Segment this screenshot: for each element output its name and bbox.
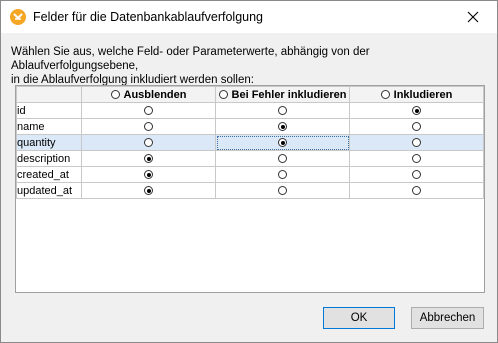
option-cell[interactable] bbox=[81, 118, 216, 135]
dialog-window: Felder für die Datenbankablaufverfolgung… bbox=[0, 0, 498, 343]
table-row[interactable]: description bbox=[16, 150, 484, 167]
field-name-cell: created_at bbox=[16, 166, 82, 183]
ok-button[interactable]: OK bbox=[323, 307, 395, 329]
fields-grid: Ausblenden Bei Fehler inkludieren Inklud… bbox=[15, 85, 485, 293]
option-cell[interactable] bbox=[81, 150, 216, 167]
radio-icon[interactable] bbox=[412, 138, 421, 148]
radio-icon[interactable] bbox=[412, 106, 421, 116]
radio-icon[interactable] bbox=[144, 106, 153, 116]
radio-icon bbox=[110, 90, 120, 99]
radio-icon[interactable] bbox=[144, 122, 153, 132]
radio-icon[interactable] bbox=[278, 122, 287, 132]
radio-icon[interactable] bbox=[278, 186, 287, 196]
radio-icon bbox=[218, 90, 228, 99]
radio-icon[interactable] bbox=[144, 154, 153, 164]
field-name-cell: name bbox=[16, 118, 82, 135]
close-icon bbox=[467, 11, 479, 22]
app-icon bbox=[10, 9, 26, 25]
radio-icon[interactable] bbox=[412, 186, 421, 196]
table-row[interactable]: updated_at bbox=[16, 182, 484, 199]
radio-icon[interactable] bbox=[278, 154, 287, 164]
grid-header-row: Ausblenden Bei Fehler inkludieren Inklud… bbox=[16, 86, 484, 103]
radio-icon[interactable] bbox=[412, 170, 421, 180]
cancel-button[interactable]: Abbrechen bbox=[411, 307, 484, 329]
option-cell[interactable] bbox=[215, 134, 350, 151]
option-cell[interactable] bbox=[215, 182, 350, 199]
column-header-ausblenden[interactable]: Ausblenden bbox=[81, 86, 216, 103]
close-button[interactable] bbox=[451, 1, 495, 32]
column-header-inkludieren[interactable]: Inkludieren bbox=[349, 86, 484, 103]
option-cell[interactable] bbox=[349, 118, 484, 135]
option-cell[interactable] bbox=[215, 102, 350, 119]
table-row[interactable]: created_at bbox=[16, 166, 484, 183]
option-cell[interactable] bbox=[349, 102, 484, 119]
column-label: Ausblenden bbox=[123, 88, 187, 101]
field-name-cell: quantity bbox=[16, 134, 82, 151]
radio-icon[interactable] bbox=[278, 170, 287, 180]
field-name-cell: updated_at bbox=[16, 182, 82, 199]
table-row[interactable]: quantity bbox=[16, 134, 484, 151]
option-cell[interactable] bbox=[215, 118, 350, 135]
table-row[interactable]: name bbox=[16, 118, 484, 135]
radio-icon[interactable] bbox=[144, 138, 153, 148]
column-label: Bei Fehler inkludieren bbox=[231, 88, 347, 101]
option-cell[interactable] bbox=[349, 182, 484, 199]
field-name-cell: id bbox=[16, 102, 82, 119]
radio-icon[interactable] bbox=[144, 170, 153, 180]
table-row[interactable]: id bbox=[16, 102, 484, 119]
field-name-cell: description bbox=[16, 150, 82, 167]
radio-icon[interactable] bbox=[278, 138, 287, 148]
radio-icon bbox=[380, 90, 390, 99]
option-cell[interactable] bbox=[81, 102, 216, 119]
instructions-line-1: Wählen Sie aus, welche Feld- oder Parame… bbox=[11, 46, 370, 72]
column-label: Inkludieren bbox=[393, 88, 453, 101]
fields-table: Ausblenden Bei Fehler inkludieren Inklud… bbox=[16, 86, 484, 199]
instructions-text: Wählen Sie aus, welche Feld- oder Parame… bbox=[11, 45, 491, 87]
option-cell[interactable] bbox=[81, 134, 216, 151]
option-cell[interactable] bbox=[215, 150, 350, 167]
option-cell[interactable] bbox=[81, 166, 216, 183]
option-cell[interactable] bbox=[349, 166, 484, 183]
radio-icon[interactable] bbox=[278, 106, 287, 116]
radio-icon[interactable] bbox=[144, 186, 153, 196]
column-header-bei-fehler[interactable]: Bei Fehler inkludieren bbox=[215, 86, 350, 103]
window-title: Felder für die Datenbankablaufverfolgung bbox=[33, 10, 264, 24]
option-cell[interactable] bbox=[215, 166, 350, 183]
option-cell[interactable] bbox=[81, 182, 216, 199]
option-cell[interactable] bbox=[349, 134, 484, 151]
radio-icon[interactable] bbox=[412, 154, 421, 164]
grid-corner bbox=[16, 86, 82, 103]
title-bar[interactable]: Felder für die Datenbankablaufverfolgung bbox=[1, 1, 497, 33]
radio-icon[interactable] bbox=[412, 122, 421, 132]
option-cell[interactable] bbox=[349, 150, 484, 167]
